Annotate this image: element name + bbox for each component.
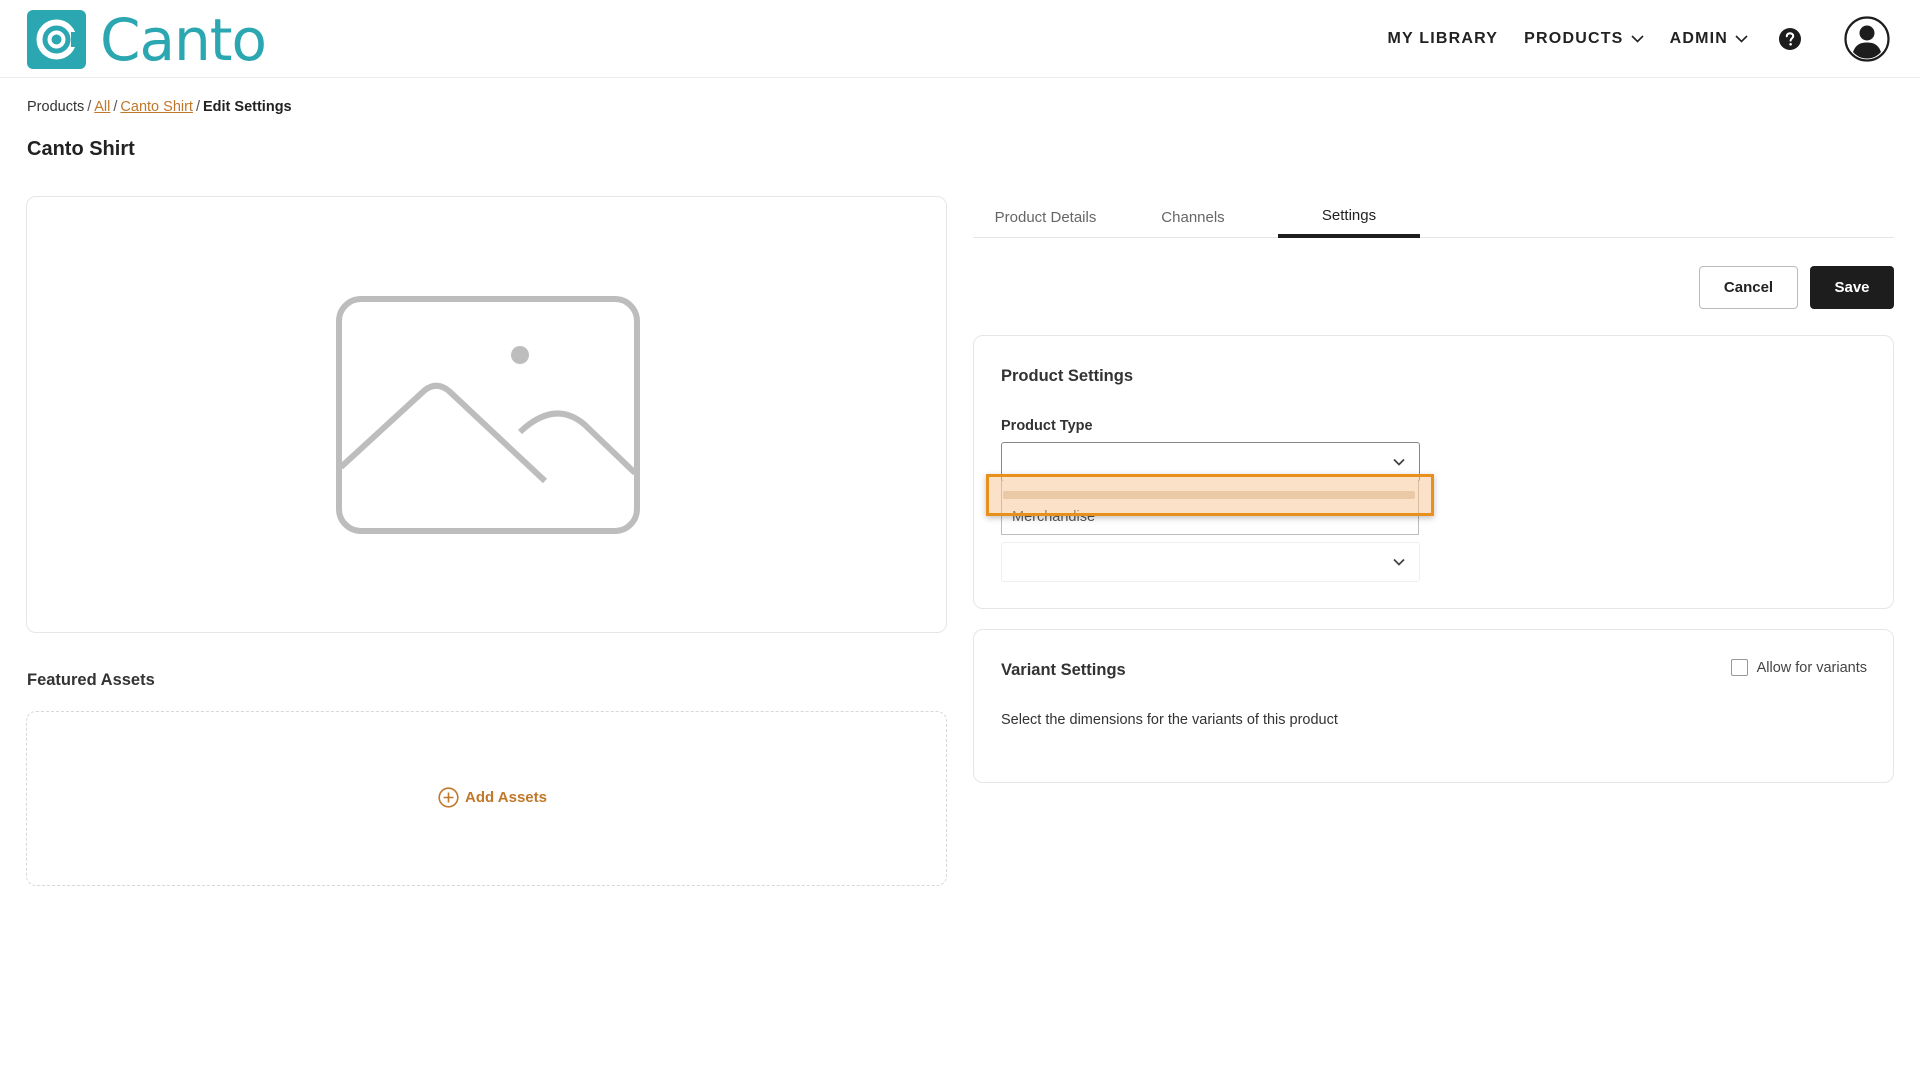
allow-variants-label: Allow for variants — [1756, 659, 1867, 676]
chevron-down-icon — [1735, 35, 1748, 43]
cancel-button[interactable]: Cancel — [1699, 266, 1798, 309]
nav-admin[interactable]: ADMIN — [1670, 30, 1748, 48]
tab-product-details[interactable]: Product Details — [973, 196, 1118, 238]
allow-variants-checkbox[interactable] — [1730, 659, 1748, 676]
top-header: Canto MY LIBRARY PRODUCTS ADMIN — [0, 0, 1920, 78]
featured-assets-title: Featured Assets — [27, 671, 155, 689]
save-button[interactable]: Save — [1810, 266, 1894, 309]
secondary-select[interactable] — [1001, 542, 1420, 582]
nav-products[interactable]: PRODUCTS — [1524, 30, 1644, 48]
variant-settings-card: Variant Settings Allow for variants Sele… — [973, 629, 1894, 783]
breadcrumb-current: Edit Settings — [203, 99, 292, 115]
nav-my-library[interactable]: MY LIBRARY — [1388, 30, 1499, 48]
settings-tabs: Product Details Channels Settings — [973, 196, 1894, 238]
chevron-down-icon — [1393, 458, 1405, 466]
breadcrumb-all-link[interactable]: All — [94, 99, 110, 115]
plus-circle-icon — [438, 787, 459, 808]
product-image-card — [26, 196, 947, 633]
canto-logo-mark-icon — [27, 10, 86, 69]
tab-settings[interactable]: Settings — [1278, 196, 1420, 238]
tab-channels[interactable]: Channels — [1118, 196, 1268, 238]
chevron-down-icon — [1630, 35, 1644, 43]
nav-admin-label: ADMIN — [1669, 30, 1728, 47]
product-type-label: Product Type — [1001, 418, 1093, 434]
main-nav: MY LIBRARY PRODUCTS ADMIN — [1362, 0, 1891, 78]
chevron-down-icon — [1393, 558, 1405, 566]
breadcrumb-product-link[interactable]: Canto Shirt — [120, 99, 193, 115]
variant-settings-description: Select the dimensions for the variants o… — [1001, 712, 1338, 728]
canto-logo-text: Canto — [100, 5, 267, 74]
variant-settings-title: Variant Settings — [1001, 661, 1126, 679]
add-assets-button[interactable]: Add Assets — [438, 787, 547, 808]
dropdown-option-highlight[interactable] — [986, 474, 1434, 516]
highlight-bar — [1003, 491, 1415, 499]
product-settings-title: Product Settings — [1001, 367, 1134, 385]
question-circle-icon[interactable] — [1778, 27, 1802, 51]
breadcrumb-products: Products — [27, 99, 85, 115]
nav-products-label: PRODUCTS — [1524, 30, 1624, 47]
add-assets-label: Add Assets — [465, 789, 547, 806]
page-title: Canto Shirt — [27, 138, 135, 160]
user-circle-icon[interactable] — [1844, 16, 1890, 62]
allow-variants-toggle[interactable]: Allow for variants — [1730, 659, 1867, 676]
breadcrumb: Products / All / Canto Shirt / Edit Settings — [27, 99, 292, 115]
canto-logo[interactable]: Canto — [27, 5, 267, 74]
image-placeholder-icon — [336, 296, 640, 534]
nav-my-library-label: MY LIBRARY — [1387, 30, 1499, 47]
product-settings-card: Product Settings Product Type Merchandis… — [973, 335, 1894, 609]
